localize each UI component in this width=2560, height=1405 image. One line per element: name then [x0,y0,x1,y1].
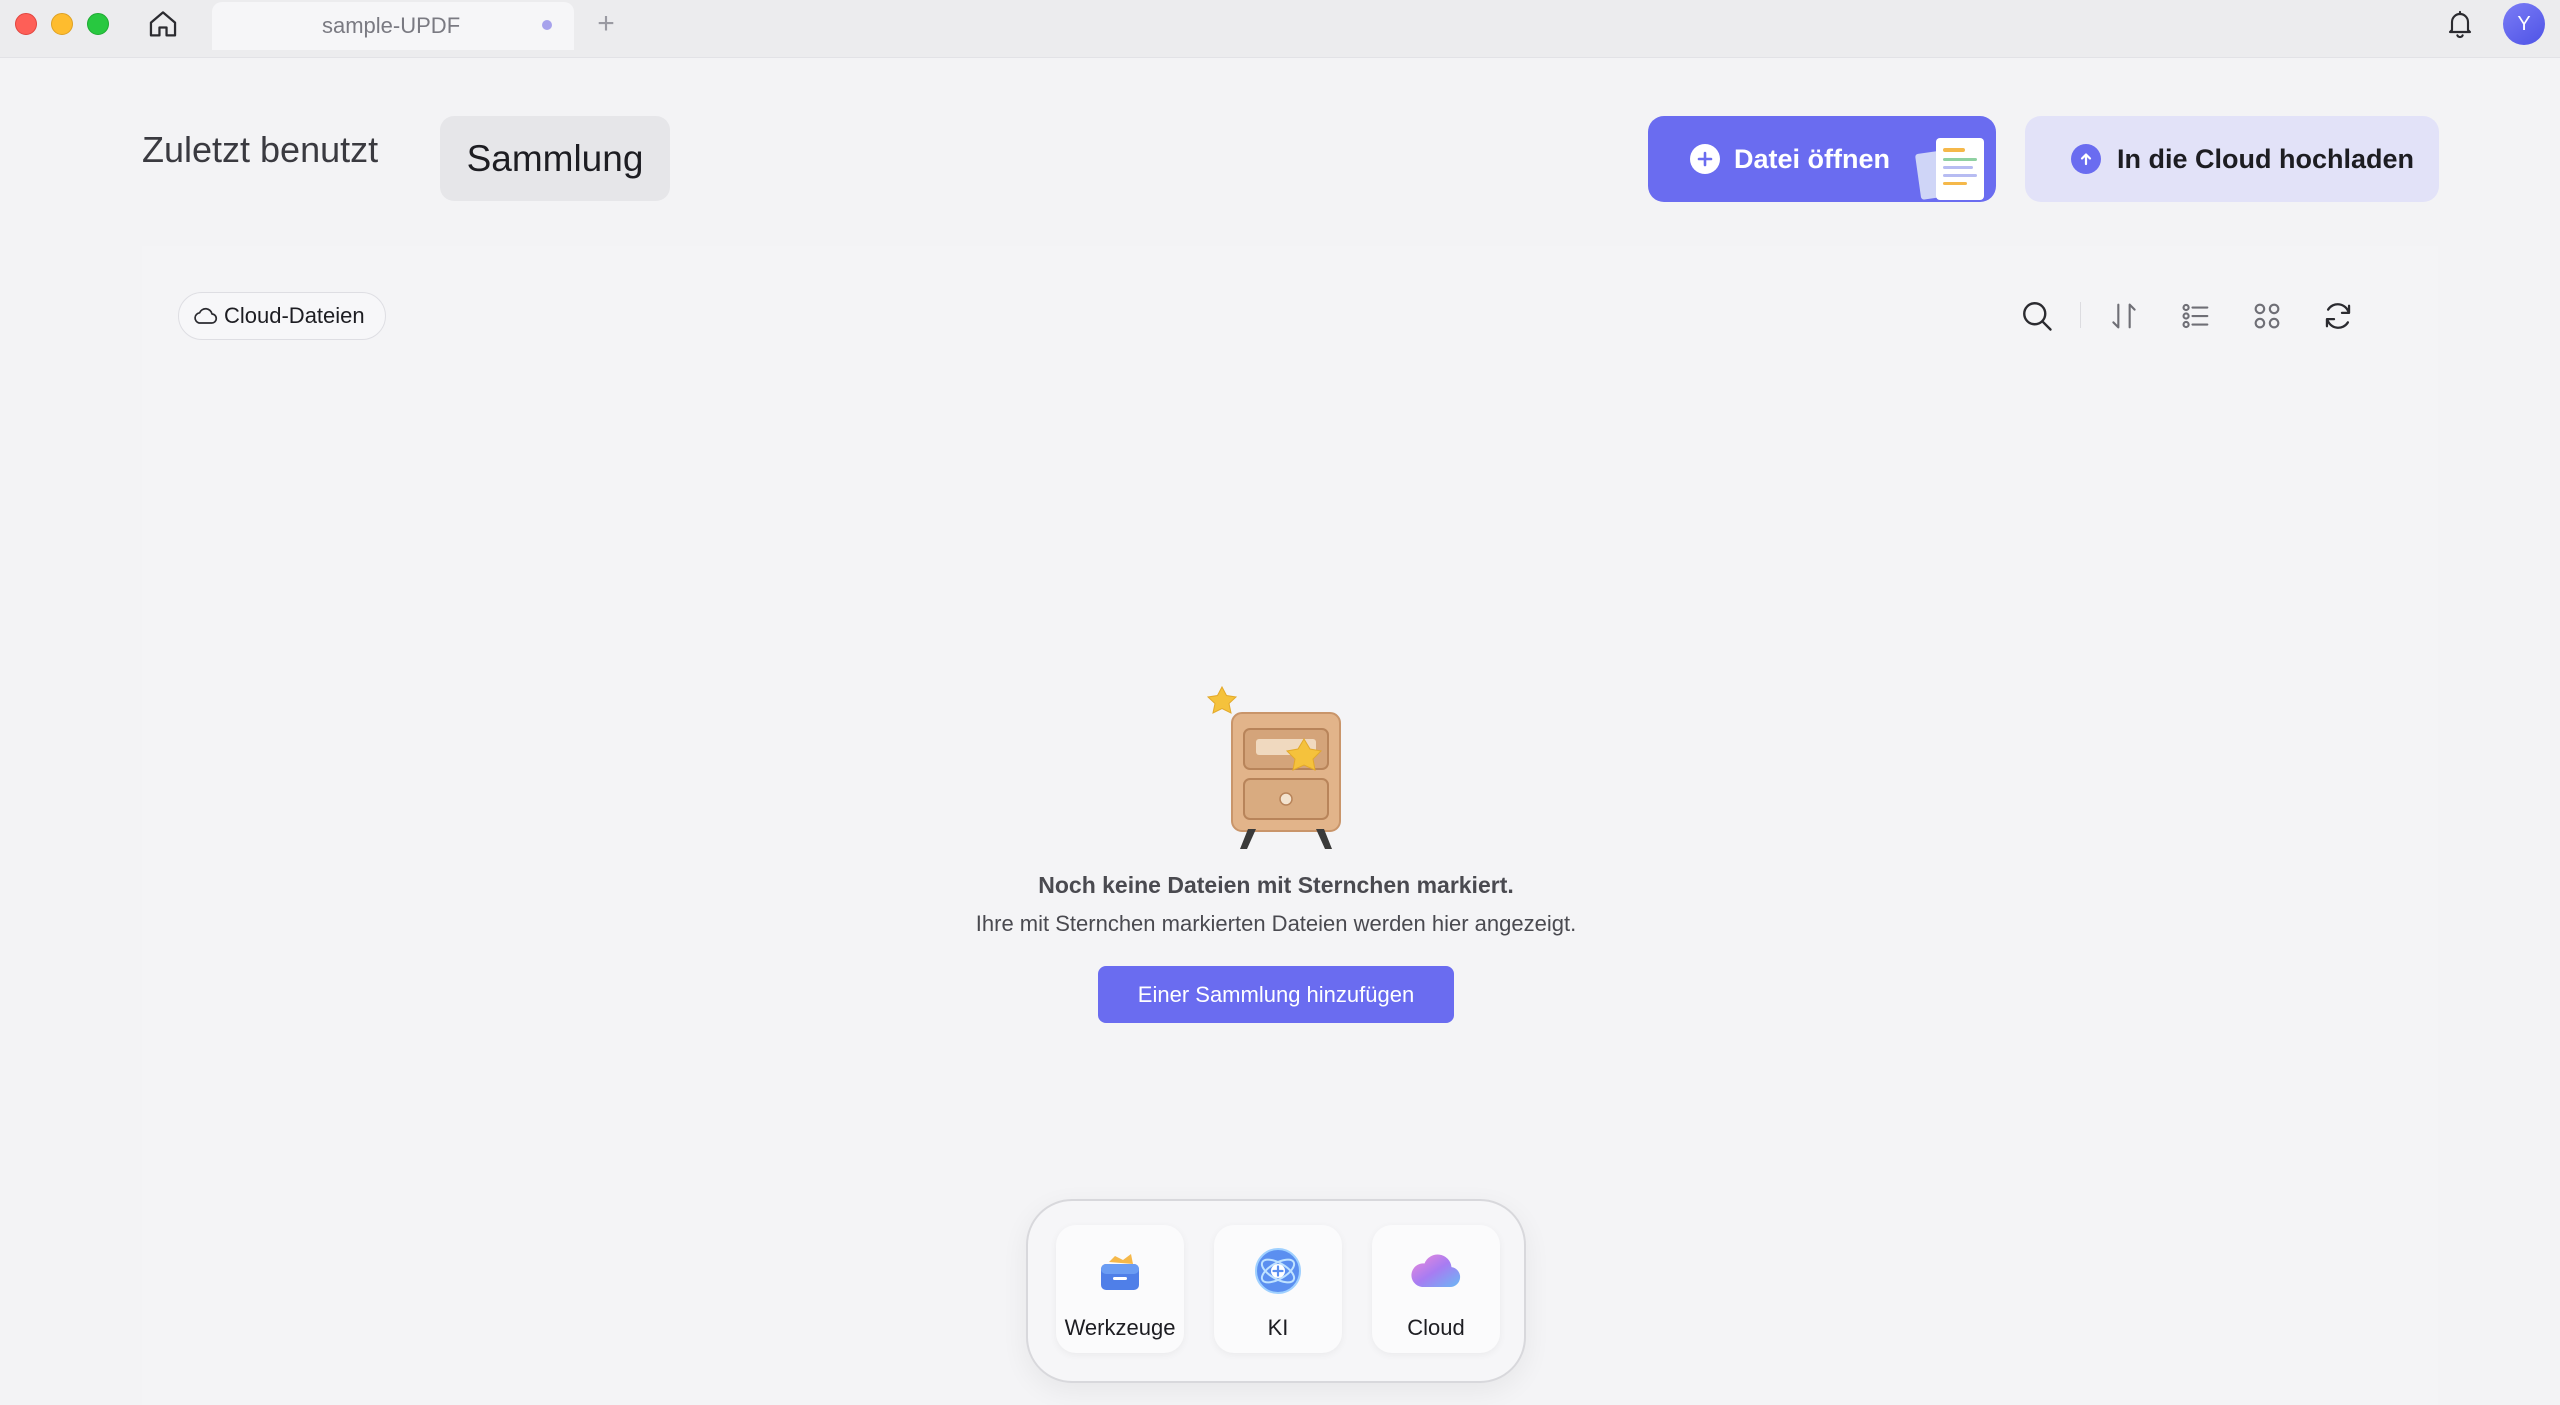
document-tab[interactable]: sample-UPDF [212,2,574,50]
list-view-icon[interactable] [2174,294,2218,338]
home-icon[interactable] [145,6,181,42]
upload-arrow-icon [2071,144,2101,174]
tab-title: sample-UPDF [322,13,461,38]
new-tab-button[interactable]: + [592,6,620,42]
avatar[interactable]: Y [2503,3,2545,45]
refresh-icon[interactable] [2316,294,2360,338]
dock-label-tools: Werkzeuge [1064,1315,1176,1340]
unsaved-indicator-dot [542,20,552,30]
upload-to-cloud-label: In die Cloud hochladen [2117,143,2414,174]
open-file-button[interactable]: Datei öffnen [1648,116,1996,202]
maximize-window-button[interactable] [87,13,109,35]
dock-item-ai[interactable]: KI [1214,1225,1342,1353]
documents-illustration-icon [1915,138,1984,200]
open-file-label: Datei öffnen [1734,143,1891,174]
title-bar: sample-UPDF + Y [0,0,2560,58]
dock-item-cloud[interactable]: Cloud [1372,1225,1500,1353]
toolbox-icon [1056,1245,1184,1297]
plus-icon [1690,144,1720,174]
close-window-button[interactable] [15,13,37,35]
empty-drawer-illustration [1206,685,1341,849]
dock-item-tools[interactable]: Werkzeuge [1056,1225,1184,1353]
dock-label-ai: KI [1267,1315,1289,1340]
search-icon[interactable] [2015,294,2059,338]
toolbar-divider [2080,302,2081,328]
bottom-dock: Werkzeuge KI Cloud [1026,1199,1526,1383]
empty-state-title: Noch keine Dateien mit Sternchen markier… [1038,872,1514,898]
cloud-files-filter[interactable]: Cloud-Dateien [178,292,386,340]
upload-to-cloud-button[interactable]: In die Cloud hochladen [2025,116,2439,202]
tab-recent[interactable]: Zuletzt benutzt [142,132,378,168]
ai-icon [1214,1245,1342,1297]
cloud-outline-icon [192,305,218,327]
grid-view-icon[interactable] [2245,294,2289,338]
cloud-files-label: Cloud-Dateien [224,303,365,328]
cloud-icon [1372,1245,1500,1297]
sort-icon[interactable] [2102,294,2146,338]
empty-state-subtitle: Ihre mit Sternchen markierten Dateien we… [975,911,1577,936]
bell-icon[interactable] [2442,6,2478,42]
add-to-collection-button[interactable]: Einer Sammlung hinzufügen [1098,966,1454,1023]
tab-collection[interactable]: Sammlung [440,116,670,201]
dock-label-cloud: Cloud [1407,1315,1465,1340]
minimize-window-button[interactable] [51,13,73,35]
